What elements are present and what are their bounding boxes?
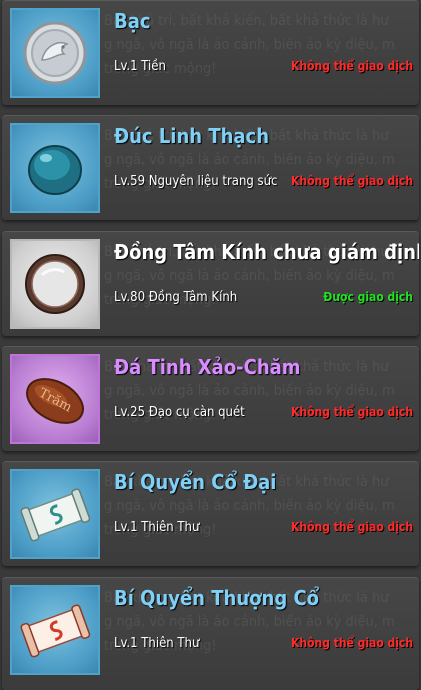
silver-coin-icon (10, 8, 100, 98)
item-card-seed-stone[interactable]: Bất khả tri, bất khả kiến, bất khả thức … (2, 346, 419, 451)
mirror-icon (10, 239, 100, 329)
trade-status: Không thể giao dịch (291, 174, 413, 188)
item-level-type: Lv.1 Thiên Thư (114, 636, 200, 651)
item-level-type: Lv.1 Thiên Thư (114, 520, 200, 535)
item-card-ancient-scroll[interactable]: Bất khả tri, bất khả kiến, bất khả thức … (2, 461, 419, 566)
trade-status: Được giao dịch (323, 290, 413, 304)
trade-status: Không thể giao dịch (291, 636, 413, 650)
seed-stone-icon: Trăm (10, 354, 100, 444)
item-level-type: Lv.59 Nguyên liệu trang sức (114, 174, 278, 189)
item-level-type: Lv.80 Đồng Tâm Kính (114, 290, 238, 305)
scroll-icon (10, 469, 100, 559)
item-name: Bạc (114, 9, 151, 33)
item-name: Đúc Linh Thạch (114, 124, 270, 148)
trade-status: Không thể giao dịch (291, 520, 413, 534)
item-level-type: Lv.1 Tiền (114, 59, 166, 74)
item-name: Bí Quyển Thượng Cổ (114, 586, 320, 610)
spirit-stone-icon (10, 123, 100, 213)
scroll-red-icon (10, 585, 100, 675)
item-name: Bí Quyển Cổ Đại (114, 470, 277, 494)
item-name: Đồng Tâm Kính chưa giám định (114, 240, 419, 264)
trade-status: Không thể giao dịch (291, 59, 413, 73)
item-list: Bất khả tri, bất khả kiến, bất khả thức … (0, 0, 421, 690)
item-card-primordial-scroll[interactable]: Bất khả tri, bất khả kiến, bất khả thức … (2, 577, 419, 690)
item-level-type: Lv.25 Đạo cụ càn quét (114, 405, 245, 420)
item-card-spirit-stone[interactable]: Bất khả tri, bất khả kiến, bất khả thức … (2, 115, 419, 220)
trade-status: Không thể giao dịch (291, 405, 413, 419)
item-name: Đá Tinh Xảo-Chăm (114, 355, 301, 379)
item-card-silver[interactable]: Bất khả tri, bất khả kiến, bất khả thức … (2, 0, 419, 105)
item-card-mirror[interactable]: Bất khả tri, bất khả kiến, bất khả thức … (2, 231, 419, 336)
